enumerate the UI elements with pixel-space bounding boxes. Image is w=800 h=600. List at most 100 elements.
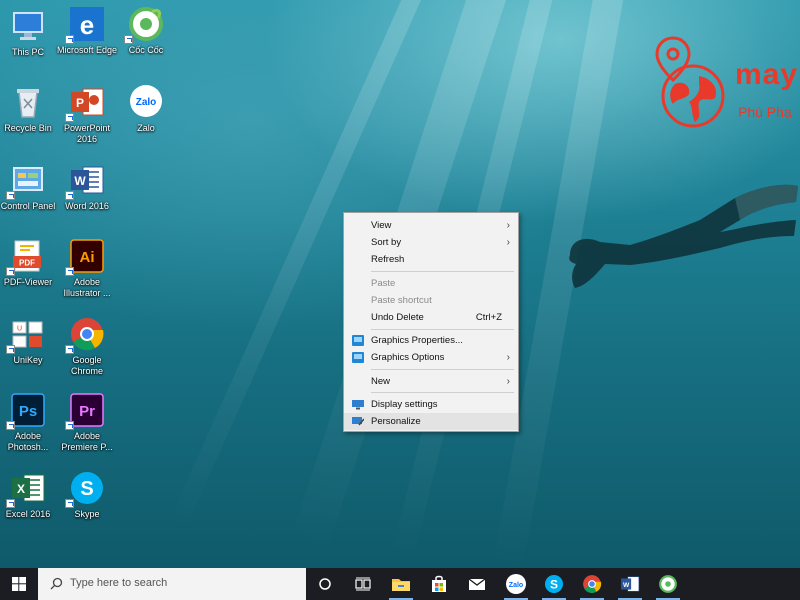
menu-item-view[interactable]: View ›	[344, 217, 518, 234]
svg-text:X: X	[17, 482, 25, 496]
menu-item-label: Paste shortcut	[371, 294, 432, 306]
zalo-icon: Zalo	[128, 84, 164, 120]
powerpoint-icon: P	[65, 84, 105, 122]
shortcut-arrow-icon	[65, 267, 74, 276]
control-panel-icon	[6, 162, 46, 200]
desktop-icon-coccoc[interactable]: Cốc Cốc	[115, 6, 177, 56]
taskbar-skype[interactable]: S	[535, 568, 573, 600]
excel-icon: X	[6, 470, 46, 508]
desktop-icon-word[interactable]: W Word 2016	[56, 162, 118, 212]
menu-item-refresh[interactable]: Refresh	[344, 251, 518, 268]
icon-label: Recycle Bin	[4, 123, 52, 133]
desktop-icon-illustrator[interactable]: Ai Adobe Illustrator ...	[56, 238, 118, 299]
desktop-icon-photoshop[interactable]: Ps Adobe Photosh...	[0, 392, 59, 453]
menu-item-label: New	[371, 375, 391, 387]
icon-label: Adobe Photosh...	[7, 431, 49, 452]
desktop-icon-skype[interactable]: S Skype	[56, 470, 118, 520]
unikey-icon: U	[6, 316, 46, 354]
recycle-bin-icon	[10, 84, 46, 120]
taskbar-store[interactable]	[420, 568, 458, 600]
taskbar-file-explorer[interactable]	[382, 568, 420, 600]
cortana-button[interactable]	[306, 568, 344, 600]
desktop-icon-this-pc[interactable]: This PC	[0, 8, 59, 58]
search-icon	[50, 577, 63, 590]
menu-item-label: Undo Delete	[371, 311, 424, 323]
svg-text:Ai: Ai	[80, 249, 95, 266]
desktop-icon-pdf-viewer[interactable]: PDF PDF-Viewer	[0, 238, 59, 288]
chrome-icon	[583, 575, 602, 593]
menu-item-label: Graphics Properties...	[371, 335, 463, 347]
windows-logo-icon	[12, 577, 26, 591]
menu-item-paste-shortcut[interactable]: Paste shortcut	[344, 292, 518, 309]
taskbar-mail[interactable]	[458, 568, 496, 600]
menu-item-label: Refresh	[371, 254, 405, 266]
desktop-icon-chrome[interactable]: Google Chrome	[56, 316, 118, 377]
taskbar-coccoc[interactable]	[649, 568, 687, 600]
icon-label: UniKey	[13, 355, 43, 365]
desktop-icon-control-panel[interactable]: Control Panel	[0, 162, 59, 212]
desktop-icon-powerpoint[interactable]: P PowerPoint 2016	[56, 84, 118, 145]
menu-separator	[371, 271, 514, 273]
menu-separator	[371, 392, 514, 394]
desktop-icon-excel[interactable]: X Excel 2016	[0, 470, 59, 520]
coccoc-icon	[124, 6, 164, 44]
icon-label: This PC	[11, 47, 44, 57]
icon-label: Excel 2016	[5, 509, 51, 519]
desktop-icon-premiere[interactable]: Pr Adobe Premiere P...	[56, 392, 118, 453]
taskbar-search-box[interactable]: Type here to search	[38, 568, 306, 600]
menu-item-label: Paste	[371, 277, 396, 289]
svg-text:P: P	[76, 96, 84, 110]
coccoc-icon	[659, 575, 677, 593]
desktop-icon-unikey[interactable]: U UniKey	[0, 316, 59, 366]
icon-label: Skype	[74, 509, 100, 519]
shortcut-arrow-icon	[6, 421, 15, 430]
icon-label: Control Panel	[0, 201, 56, 211]
chevron-right-icon: ›	[506, 237, 510, 249]
illustrator-icon: Ai	[65, 238, 105, 276]
svg-text:PDF: PDF	[19, 259, 35, 268]
menu-item-label: Sort by	[371, 237, 402, 249]
logo-subtext: Phú Phạ	[738, 104, 792, 120]
desktop-icon-zalo[interactable]: Zalo Zalo	[115, 84, 177, 134]
menu-item-display-settings[interactable]: Display settings	[344, 396, 518, 413]
chevron-right-icon: ›	[506, 375, 510, 387]
taskbar-word[interactable]: W	[611, 568, 649, 600]
icon-label: Word 2016	[65, 201, 109, 211]
task-view-button[interactable]	[344, 568, 382, 600]
svg-text:Pr: Pr	[79, 403, 95, 420]
menu-item-personalize[interactable]: Personalize	[344, 412, 518, 431]
menu-item-paste[interactable]: Paste	[344, 275, 518, 292]
menu-item-graphics-options[interactable]: Graphics Options ›	[344, 349, 518, 366]
svg-text:Zalo: Zalo	[136, 97, 157, 108]
desktop-background[interactable]: may Phú Phạ This PC Recycle Bin Control …	[0, 0, 800, 568]
mail-icon	[468, 578, 486, 590]
menu-item-new[interactable]: New ›	[344, 373, 518, 390]
menu-item-sort-by[interactable]: Sort by ›	[344, 234, 518, 251]
task-view-icon	[355, 577, 371, 591]
desktop-icon-recycle-bin[interactable]: Recycle Bin	[0, 84, 59, 134]
shortcut-arrow-icon	[65, 499, 74, 508]
shortcut-arrow-icon	[65, 35, 74, 44]
premiere-icon: Pr	[65, 392, 105, 430]
svg-text:S: S	[80, 478, 93, 500]
taskbar-zalo[interactable]: Zalo	[497, 568, 535, 600]
chevron-right-icon: ›	[506, 352, 510, 364]
taskbar-chrome[interactable]	[573, 568, 611, 600]
icon-label: Adobe Illustrator ...	[63, 277, 111, 298]
menu-item-undo-delete[interactable]: Undo Delete Ctrl+Z	[344, 309, 518, 326]
svg-text:e: e	[80, 10, 94, 40]
context-menu: View › Sort by › Refresh Paste Paste sho…	[343, 212, 519, 432]
menu-separator	[371, 369, 514, 370]
start-button[interactable]	[0, 568, 38, 600]
shortcut-arrow-icon	[65, 113, 74, 122]
pdf-viewer-icon: PDF	[6, 238, 46, 276]
chevron-right-icon: ›	[506, 220, 510, 231]
icon-label: Google Chrome	[70, 355, 103, 376]
edge-icon: e	[65, 6, 105, 44]
file-explorer-icon	[392, 579, 410, 591]
svg-text:W: W	[74, 174, 86, 188]
menu-item-graphics-properties[interactable]: Graphics Properties...	[344, 332, 518, 349]
desktop-icon-edge[interactable]: e Microsoft Edge	[56, 6, 118, 56]
chrome-icon	[65, 316, 105, 354]
cortana-icon	[319, 578, 331, 590]
